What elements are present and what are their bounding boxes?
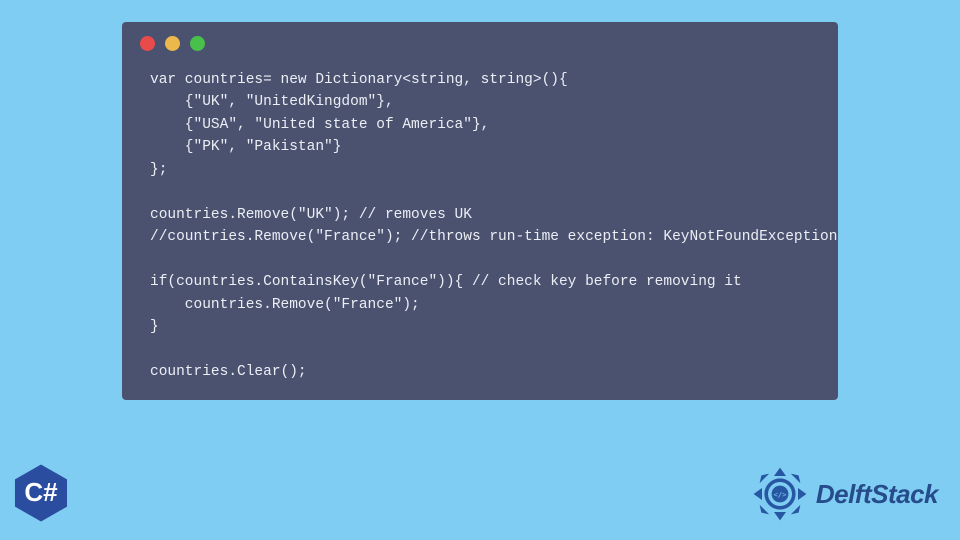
close-icon [140,36,155,51]
svg-text:C#: C# [24,477,58,507]
code-block: var countries= new Dictionary<string, st… [122,59,838,384]
brand-name: DelftStack [816,479,938,510]
minimize-icon [165,36,180,51]
svg-text:</>: </> [773,490,787,499]
code-window: var countries= new Dictionary<string, st… [122,22,838,400]
brand-mark-icon: </> [750,464,810,524]
csharp-logo-icon: C# [10,462,72,524]
maximize-icon [190,36,205,51]
window-titlebar [122,22,838,59]
brand-logo: </> DelftStack [750,464,938,524]
